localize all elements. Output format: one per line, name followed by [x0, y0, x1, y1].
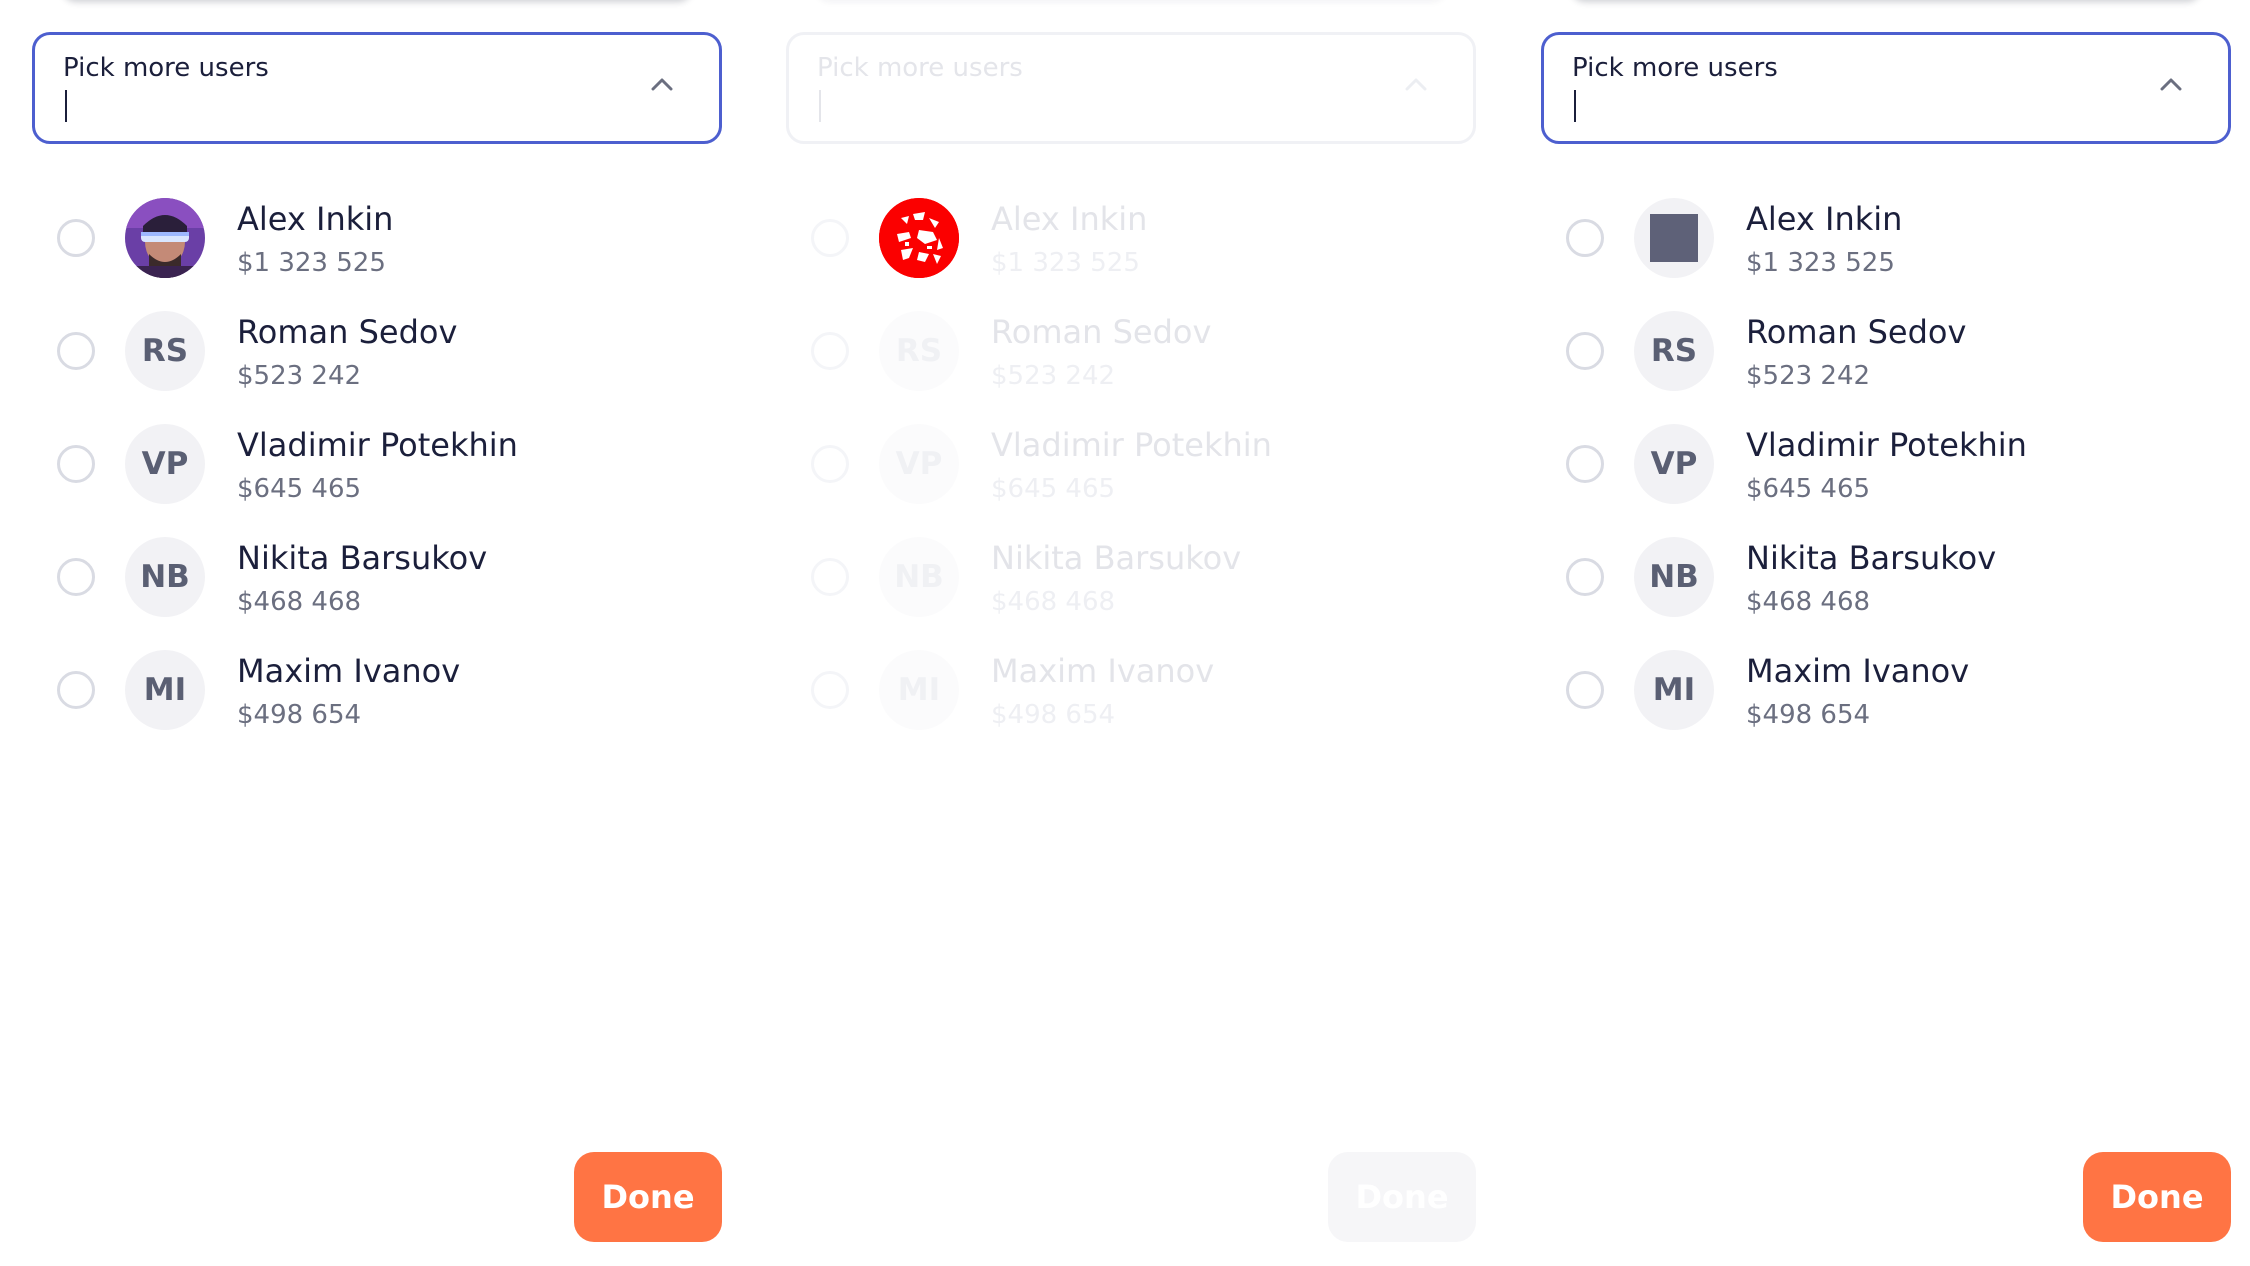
user-row[interactable]: RS Roman Sedov $523 242 — [1541, 309, 2231, 422]
user-amount: $498 654 — [1746, 700, 1871, 730]
user-list: Alex Inkin $1 323 525 RS Roman Sedov $52… — [1541, 196, 2231, 761]
radio-button[interactable] — [1566, 332, 1604, 370]
user-row[interactable]: Alex Inkin $1 323 525 — [32, 196, 722, 309]
user-row[interactable]: MI Maxim Ivanov $498 654 — [32, 648, 722, 761]
radio-button — [811, 332, 849, 370]
user-picker-panel-1: Pick more users Alex Inkin $1 323 525 RS… — [32, 0, 722, 1266]
user-list: Alex Inkin $1 323 525 RS Roman Sedov $52… — [32, 196, 722, 761]
radio-button[interactable] — [1566, 445, 1604, 483]
text-caret — [819, 90, 821, 122]
initials-avatar: RS — [125, 311, 205, 391]
radio-button[interactable] — [57, 445, 95, 483]
select-label: Pick more users — [817, 53, 1023, 83]
user-row[interactable]: NB Nikita Barsukov $468 468 — [1541, 535, 2231, 648]
select-label: Pick more users — [1572, 53, 1778, 83]
radio-button — [811, 219, 849, 257]
user-name: Alex Inkin — [237, 200, 394, 238]
radio-button[interactable] — [1566, 219, 1604, 257]
done-button[interactable]: Done — [574, 1152, 722, 1242]
user-name: Vladimir Potekhin — [1746, 426, 2027, 464]
done-button: Done — [1328, 1152, 1476, 1242]
chevron-up-icon — [1405, 78, 1427, 91]
chevron-up-icon[interactable] — [651, 77, 673, 91]
radio-button[interactable] — [57, 332, 95, 370]
user-name: Nikita Barsukov — [1746, 539, 1997, 577]
user-row: MI Maxim Ivanov $498 654 — [786, 648, 1476, 761]
user-list: Alex Inkin $1 323 525 RS Roman Sedov $52… — [786, 196, 1476, 761]
done-button[interactable]: Done — [2083, 1152, 2231, 1242]
user-amount: $468 468 — [1746, 587, 1871, 617]
initials-avatar: VP — [125, 424, 205, 504]
pick-users-select[interactable]: Pick more users — [1541, 32, 2231, 144]
user-name: Vladimir Potekhin — [991, 426, 1272, 464]
user-name: Roman Sedov — [1746, 313, 1967, 351]
user-row[interactable]: VP Vladimir Potekhin $645 465 — [1541, 422, 2231, 535]
pick-users-select[interactable]: Pick more users — [32, 32, 722, 144]
radio-button — [811, 445, 849, 483]
initials-avatar: RS — [1634, 311, 1714, 391]
initials-avatar: MI — [125, 650, 205, 730]
user-photo-avatar — [125, 198, 205, 278]
user-amount: $468 468 — [237, 587, 362, 617]
user-name: Nikita Barsukov — [991, 539, 1242, 577]
radio-button[interactable] — [1566, 671, 1604, 709]
user-name: Alex Inkin — [1746, 200, 1903, 238]
user-name: Nikita Barsukov — [237, 539, 488, 577]
initials-avatar: MI — [879, 650, 959, 730]
user-name: Maxim Ivanov — [1746, 652, 1970, 690]
user-row: RS Roman Sedov $523 242 — [786, 309, 1476, 422]
chevron-up-icon[interactable] — [2160, 77, 2182, 91]
user-row[interactable]: RS Roman Sedov $523 242 — [32, 309, 722, 422]
user-amount: $645 465 — [1746, 474, 1871, 504]
user-picker-panel-3: Pick more users Alex Inkin $1 323 525 RS… — [1541, 0, 2231, 1266]
user-amount: $1 323 525 — [991, 248, 1140, 278]
user-row[interactable]: MI Maxim Ivanov $498 654 — [1541, 648, 2231, 761]
initials-avatar: VP — [879, 424, 959, 504]
user-row[interactable]: NB Nikita Barsukov $468 468 — [32, 535, 722, 648]
radio-button[interactable] — [1566, 558, 1604, 596]
initials-avatar: MI — [1634, 650, 1714, 730]
user-amount: $498 654 — [991, 700, 1116, 730]
user-row: NB Nikita Barsukov $468 468 — [786, 535, 1476, 648]
user-amount: $645 465 — [237, 474, 362, 504]
radio-button — [811, 671, 849, 709]
user-photo-avatar — [879, 198, 959, 278]
user-name: Alex Inkin — [991, 200, 1148, 238]
user-row[interactable]: VP Vladimir Potekhin $645 465 — [32, 422, 722, 535]
user-amount: $523 242 — [991, 361, 1116, 391]
multi-select-demo-canvas: Pick more users Alex Inkin $1 323 525 RS… — [0, 0, 2250, 1266]
user-name: Roman Sedov — [991, 313, 1212, 351]
user-amount: $498 654 — [237, 700, 362, 730]
initials-avatar: NB — [879, 537, 959, 617]
radio-button[interactable] — [57, 671, 95, 709]
user-row: Alex Inkin $1 323 525 — [786, 196, 1476, 309]
user-amount: $645 465 — [991, 474, 1116, 504]
radio-button — [811, 558, 849, 596]
pick-users-select: Pick more users — [786, 32, 1476, 144]
user-amount: $523 242 — [1746, 361, 1871, 391]
user-row[interactable]: Alex Inkin $1 323 525 — [1541, 196, 2231, 309]
radio-button[interactable] — [57, 558, 95, 596]
initials-avatar: VP — [1634, 424, 1714, 504]
initials-avatar: NB — [1634, 537, 1714, 617]
user-name: Vladimir Potekhin — [237, 426, 518, 464]
user-amount: $1 323 525 — [1746, 248, 1895, 278]
user-row: VP Vladimir Potekhin $645 465 — [786, 422, 1476, 535]
user-amount: $523 242 — [237, 361, 362, 391]
initials-avatar: RS — [879, 311, 959, 391]
user-name: Roman Sedov — [237, 313, 458, 351]
select-label: Pick more users — [63, 53, 269, 83]
text-caret — [65, 90, 67, 122]
user-name: Maxim Ivanov — [237, 652, 461, 690]
image-placeholder-avatar — [1634, 198, 1714, 278]
user-name: Maxim Ivanov — [991, 652, 1215, 690]
user-amount: $1 323 525 — [237, 248, 386, 278]
user-picker-panel-2-disabled: Pick more users Alex Inkin $1 323 525 RS… — [786, 0, 1476, 1266]
initials-avatar: NB — [125, 537, 205, 617]
user-amount: $468 468 — [991, 587, 1116, 617]
radio-button[interactable] — [57, 219, 95, 257]
text-caret — [1574, 90, 1576, 122]
